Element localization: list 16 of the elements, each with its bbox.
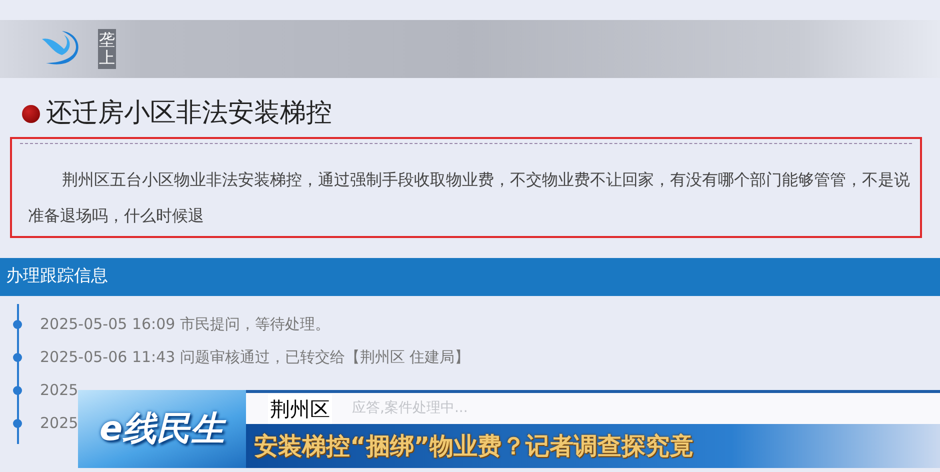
question-body: 荆州区五台小区物业非法安装梯控，通过强制手段收取物业费，不交物业费不让回家，有没有哪个部门能够管管，不是说准备退场吗，什么时候退 bbox=[20, 143, 912, 234]
timeline-entry: 2025 bbox=[40, 380, 78, 402]
site-name: 垄上 bbox=[98, 29, 116, 69]
timeline-dot bbox=[13, 353, 22, 362]
timeline-entry: 2025-05-06 11:43 问题审核通过，已转交给【荆州区 住建局】 bbox=[40, 347, 470, 368]
timeline-dot bbox=[13, 320, 22, 330]
timeline-entry: 2025-05-05 16:09 市民提问，等待处理。 bbox=[40, 314, 330, 336]
show-logo: e线民生 bbox=[78, 390, 246, 468]
location-label: 荆州区 bbox=[268, 394, 332, 424]
timeline-entry: 2025 bbox=[40, 413, 78, 434]
timeline-dot bbox=[13, 419, 22, 428]
question-title: 还迁房小区非法安装梯控 bbox=[46, 98, 332, 130]
bullet-icon bbox=[22, 104, 40, 123]
timeline-dot bbox=[13, 386, 22, 396]
section-heading: 办理跟踪信息 bbox=[0, 258, 940, 296]
headline: 安装梯控“捆绑”物业费？记者调查探究竟 bbox=[254, 432, 694, 460]
